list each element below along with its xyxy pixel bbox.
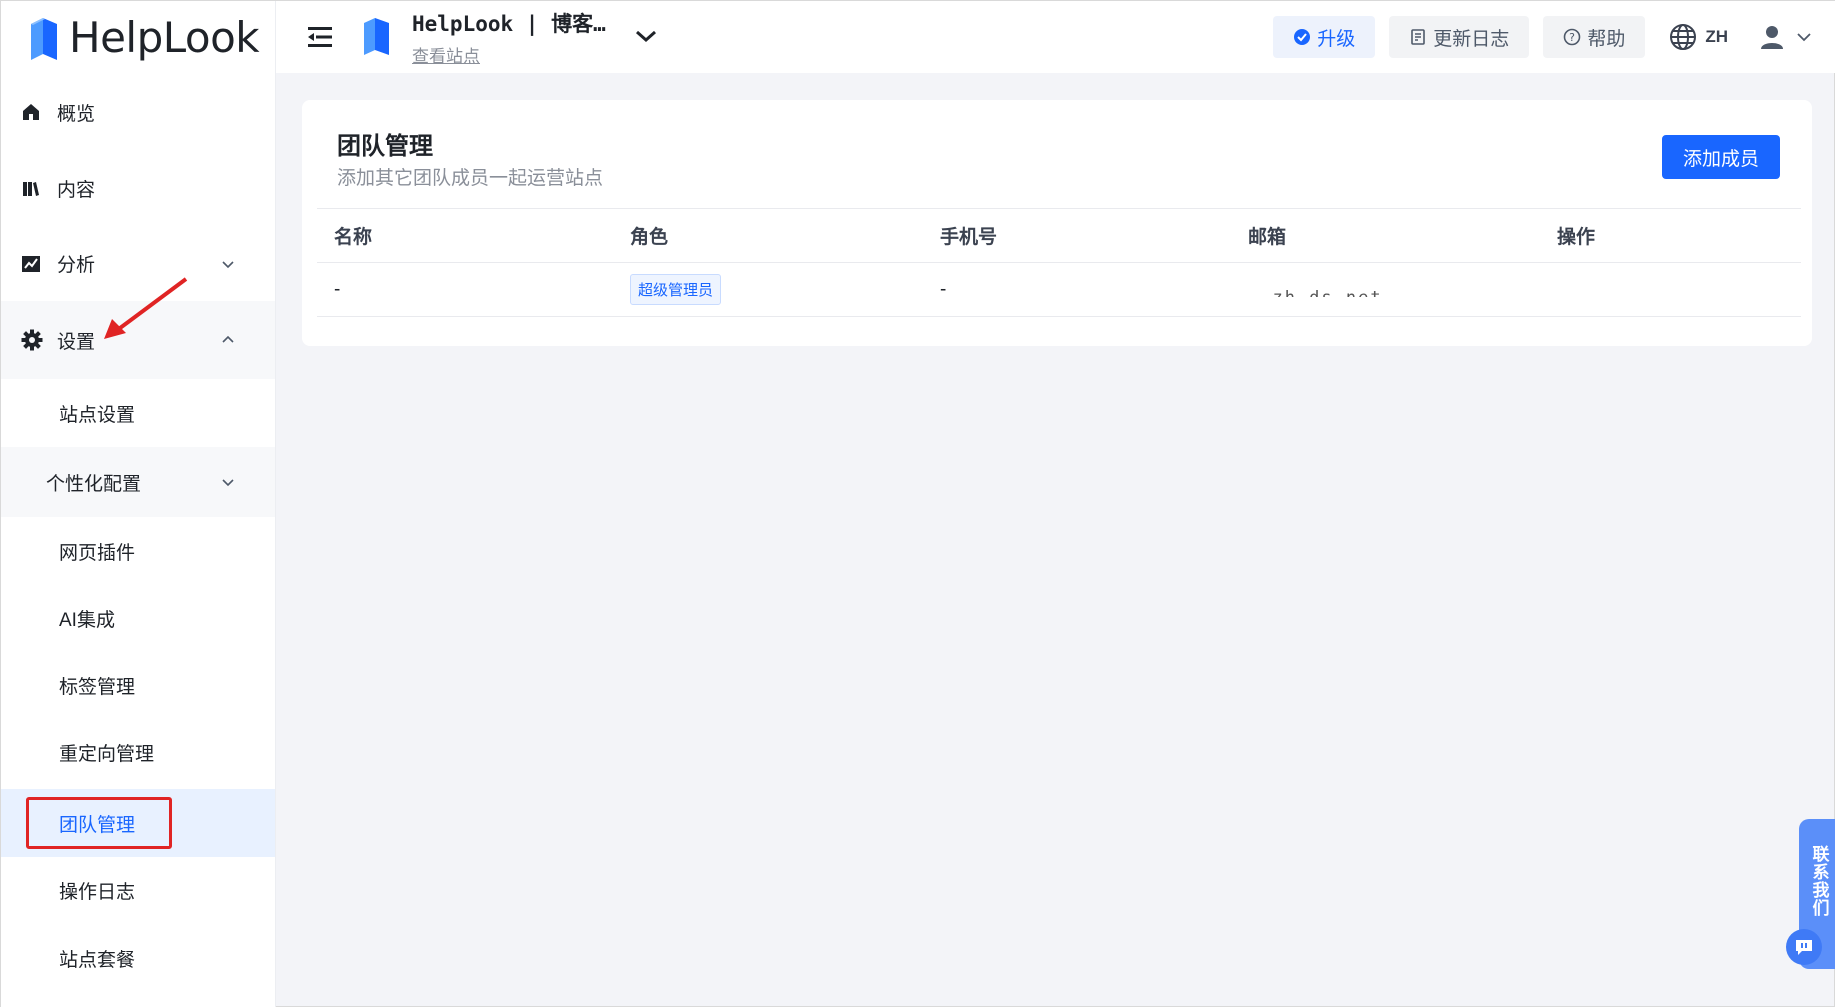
team-card: 团队管理 添加其它团队成员一起运营站点 添加成员 名称 角色 手机号 邮箱 操作… (302, 100, 1812, 346)
role-badge: 超级管理员 (630, 274, 722, 305)
top-header: HelpLook HelpLook | 博客… 查看站点 升级 更新日志 ? 帮… (1, 1, 1835, 73)
brand-name: HelpLook (69, 12, 260, 62)
menu-fold-icon[interactable] (306, 23, 334, 51)
sidebar-item-label: 站点设置 (59, 404, 136, 426)
site-title: HelpLook | 博客… (412, 11, 606, 36)
sidebar-item-label: 分析 (57, 255, 96, 276)
chevron-down-icon (1797, 33, 1811, 42)
sidebar-item-ai-integration[interactable]: AI集成 (1, 585, 275, 652)
svg-text:?: ? (1569, 31, 1575, 44)
user-icon (1761, 26, 1783, 49)
upgrade-button[interactable]: 升级 (1273, 16, 1376, 58)
column-header-actions: 操作 (1557, 227, 1596, 248)
chart-icon (21, 254, 41, 274)
cell-role: 超级管理员 (630, 274, 940, 305)
upgrade-label: 升级 (1317, 28, 1356, 50)
cell-email: ˌ zh ds net (1248, 283, 1557, 297)
sidebar-item-label: 内容 (57, 180, 96, 201)
top-actions: 升级 更新日志 ? 帮助 ZH (1259, 15, 1812, 59)
chevron-up-icon (221, 335, 235, 345)
sidebar-item-plan[interactable]: 站点套餐 (1, 924, 275, 992)
sidebar-item-web-plugin[interactable]: 网页插件 (1, 517, 275, 585)
sidebar-item-label: 操作日志 (59, 882, 136, 903)
chevron-down-icon[interactable] (634, 28, 658, 49)
sidebar-item-label: 标签管理 (59, 677, 136, 698)
sidebar-item-label: 概览 (57, 103, 96, 125)
highlight-box-team (26, 797, 172, 849)
cell-name: - (334, 278, 341, 300)
view-site-link[interactable]: 查看站点 (412, 42, 606, 67)
column-header-role: 角色 (630, 227, 669, 248)
column-header-name: 名称 (334, 227, 373, 248)
sidebar-item-label: 网页插件 (59, 542, 136, 564)
language-switcher[interactable]: ZH (1669, 23, 1728, 51)
sidebar-item-overview[interactable]: 概览 (1, 73, 275, 151)
globe-icon (1670, 24, 1697, 50)
changelog-label: 更新日志 (1433, 28, 1510, 50)
member-table: 名称 角色 手机号 邮箱 操作 - 超级管理员 - ˌ zh ds net (317, 208, 1801, 317)
sidebar-item-label: 设置 (57, 331, 96, 353)
table-header: 名称 角色 手机号 邮箱 操作 (317, 208, 1801, 262)
sidebar-item-label: 个性化配置 (46, 473, 142, 495)
gear-icon (21, 329, 43, 351)
chevron-down-icon (221, 259, 235, 269)
sidebar-item-site-settings[interactable]: 站点设置 (1, 379, 275, 447)
user-menu[interactable] (1758, 23, 1812, 51)
page-title: 团队管理 (337, 133, 433, 160)
help-label: 帮助 (1587, 28, 1626, 50)
site-info: HelpLook | 博客… 查看站点 (412, 8, 606, 67)
column-header-email: 邮箱 (1248, 227, 1287, 248)
arrow-annotation (104, 277, 188, 339)
chevron-down-icon (221, 477, 235, 487)
sidebar: 概览 内容 分析 设置 站点设置 个性化配置 网页插件 AI集成 标签管理 重定… (1, 73, 276, 1007)
sidebar-item-label: 站点套餐 (59, 949, 136, 971)
sidebar-item-redirects[interactable]: 重定向管理 (1, 719, 275, 786)
cell-phone: - (940, 278, 947, 300)
chat-icon[interactable] (1786, 929, 1822, 965)
sidebar-item-tags[interactable]: 标签管理 (1, 652, 275, 719)
sidebar-item-personalization[interactable]: 个性化配置 (1, 447, 275, 517)
add-member-button[interactable]: 添加成员 (1662, 135, 1780, 179)
email-value: ˌ zh ds net (1248, 283, 1557, 297)
check-circle-icon (1293, 28, 1311, 46)
language-label: ZH (1705, 27, 1728, 46)
sidebar-item-content[interactable]: 内容 (1, 151, 275, 226)
home-icon (21, 102, 41, 122)
column-header-phone: 手机号 (940, 227, 998, 248)
book-icon (21, 179, 41, 199)
sidebar-item-label: 重定向管理 (59, 744, 155, 765)
help-button[interactable]: ? 帮助 (1543, 16, 1646, 58)
brand-logo[interactable]: HelpLook (1, 1, 276, 73)
help-icon: ? (1563, 28, 1581, 46)
changelog-icon (1409, 28, 1427, 46)
changelog-button[interactable]: 更新日志 (1389, 16, 1530, 58)
helplook-logo (31, 18, 57, 60)
contact-us-label: 联系我们 (1809, 845, 1829, 917)
site-logo (362, 15, 392, 60)
table-row: - 超级管理员 - ˌ zh ds net (317, 262, 1801, 317)
sidebar-item-logs[interactable]: 操作日志 (1, 857, 275, 924)
sidebar-item-label: AI集成 (59, 610, 115, 631)
page-subtitle: 添加其它团队成员一起运营站点 (337, 168, 604, 189)
